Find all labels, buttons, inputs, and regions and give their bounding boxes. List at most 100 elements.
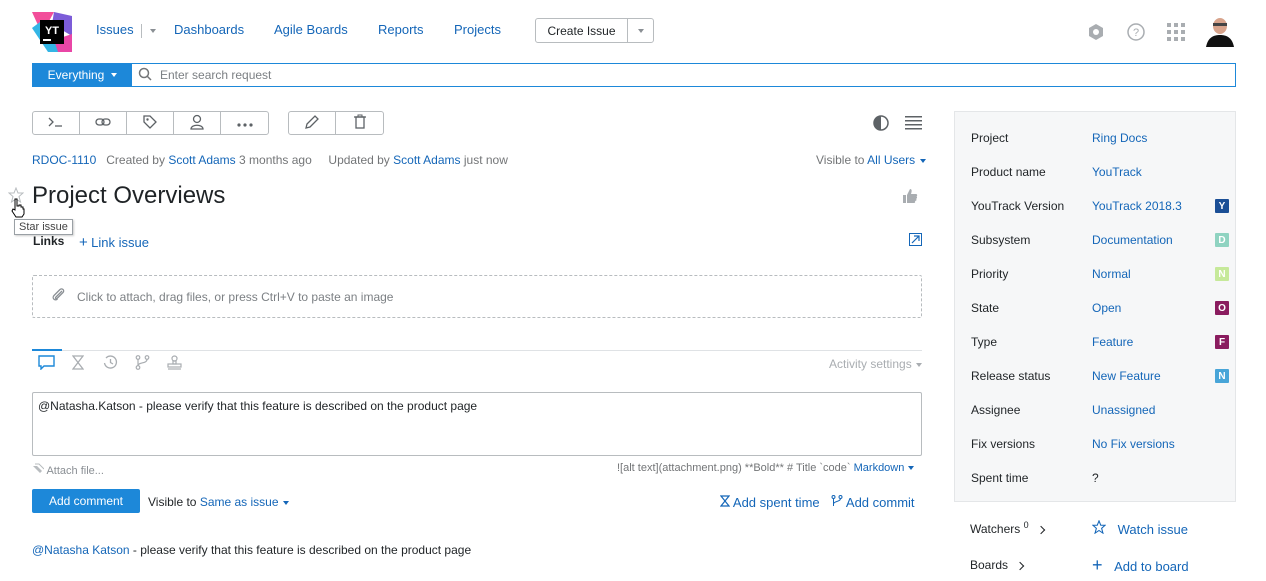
field-fix-versions[interactable]: Fix versions No Fix versions xyxy=(971,434,1229,454)
nav-agile-boards[interactable]: Agile Boards xyxy=(274,22,348,37)
thumbs-up-icon[interactable] xyxy=(902,188,918,207)
hub-icon[interactable] xyxy=(1087,23,1105,44)
visibility-selector[interactable]: Visible to All Users xyxy=(816,153,926,167)
chevron-right-icon xyxy=(1016,561,1025,571)
chevron-down-icon xyxy=(919,158,926,163)
field-value[interactable]: Ring Docs xyxy=(1092,131,1229,145)
field-value[interactable]: No Fix versions xyxy=(1092,437,1229,451)
field-type[interactable]: Type Feature F xyxy=(971,332,1229,352)
updated-by-link[interactable]: Scott Adams xyxy=(393,153,460,167)
add-comment-button[interactable]: Add comment xyxy=(32,489,140,513)
activity-settings-label: Activity settings xyxy=(829,357,912,371)
activity-tabs-divider xyxy=(32,350,922,351)
field-value[interactable]: New Feature xyxy=(1092,369,1215,383)
nav-projects[interactable]: Projects xyxy=(454,22,501,37)
field-state[interactable]: State Open O xyxy=(971,298,1229,318)
field-project[interactable]: Project Ring Docs xyxy=(971,128,1229,148)
add-to-board-button[interactable]: + Add to board xyxy=(1092,556,1189,574)
command-icon xyxy=(48,116,64,131)
nav-dashboards[interactable]: Dashboards xyxy=(174,22,244,37)
field-product-name[interactable]: Product name YouTrack xyxy=(971,162,1229,182)
field-value[interactable]: Feature xyxy=(1092,335,1215,349)
activity-settings[interactable]: Activity settings xyxy=(829,357,923,371)
history-icon xyxy=(103,355,118,373)
issue-title[interactable]: Project Overviews xyxy=(32,182,225,210)
field-priority[interactable]: Priority Normal N xyxy=(971,264,1229,284)
list-view-icon[interactable] xyxy=(905,115,922,133)
search-input[interactable] xyxy=(160,68,1060,82)
field-assignee[interactable]: Assignee Unassigned xyxy=(971,400,1229,420)
field-label: Subsystem xyxy=(971,233,1031,247)
tab-comments[interactable] xyxy=(38,355,55,373)
add-commit-button[interactable]: Add commit xyxy=(831,495,915,510)
chevron-down-icon xyxy=(111,73,118,77)
search-bar: Everything xyxy=(32,63,1236,87)
comment-editor[interactable]: @Natasha.Katson - please verify that thi… xyxy=(32,392,922,456)
field-value[interactable]: Open xyxy=(1092,301,1215,315)
visible-value[interactable]: All Users xyxy=(867,153,915,167)
comment-icon xyxy=(38,355,55,373)
tab-time-tracking[interactable] xyxy=(71,355,85,373)
create-issue-label[interactable]: Create Issue xyxy=(536,19,627,42)
trash-icon xyxy=(353,114,367,133)
tab-approvals[interactable] xyxy=(167,355,182,373)
search-context-dropdown[interactable]: Everything xyxy=(33,64,132,86)
user-avatar[interactable] xyxy=(1204,15,1236,50)
star-icon xyxy=(1091,519,1107,537)
watchers-toggle[interactable]: Watchers 0 xyxy=(970,520,1046,536)
nav-reports[interactable]: Reports xyxy=(378,22,424,37)
attachment-dropzone[interactable]: Click to attach, drag files, or press Ct… xyxy=(32,275,922,318)
create-issue-button[interactable]: Create Issue xyxy=(535,18,654,43)
search-context-label: Everything xyxy=(47,68,105,82)
boards-toggle[interactable]: Boards xyxy=(970,558,1025,572)
field-value[interactable]: Unassigned xyxy=(1092,403,1229,417)
watch-issue-label: Watch issue xyxy=(1117,522,1188,537)
links-section[interactable]: Links xyxy=(33,234,64,248)
assign-user-button[interactable] xyxy=(174,112,221,134)
updated-prefix: Updated by xyxy=(328,153,390,167)
add-commit-label: Add commit xyxy=(845,495,915,510)
field-value[interactable]: Documentation xyxy=(1092,233,1215,247)
create-issue-dropdown[interactable] xyxy=(627,19,653,42)
comment-author-mention[interactable]: @Natasha Katson xyxy=(32,543,130,557)
field-label: Release status xyxy=(971,369,1051,383)
link-issue-button[interactable]: + Link issue xyxy=(79,234,149,251)
nav-issues[interactable]: Issues xyxy=(96,22,156,38)
tag-button[interactable] xyxy=(127,112,174,134)
add-spent-time-button[interactable]: Add spent time xyxy=(719,495,820,510)
field-youtrack-version[interactable]: YouTrack Version YouTrack 2018.3 Y xyxy=(971,196,1229,216)
chevron-down-icon xyxy=(908,466,915,471)
field-spent-time[interactable]: Spent time ? xyxy=(971,468,1229,488)
star-tooltip: Star issue xyxy=(14,219,73,235)
updated-when: just now xyxy=(463,153,508,167)
issue-id[interactable]: RDOC-1110 xyxy=(32,153,96,167)
markdown-selector[interactable]: Markdown xyxy=(854,462,905,474)
edit-toolbar xyxy=(288,111,384,135)
delete-button[interactable] xyxy=(336,112,383,134)
created-by-link[interactable]: Scott Adams xyxy=(168,153,235,167)
field-release-status[interactable]: Release status New Feature N xyxy=(971,366,1229,386)
attach-file-button[interactable]: Attach file... xyxy=(32,463,104,477)
paperclip-icon xyxy=(32,463,45,477)
contrast-toggle-icon[interactable] xyxy=(872,114,890,135)
comment-text: - please verify that this feature is des… xyxy=(132,543,472,557)
edit-button[interactable] xyxy=(289,112,336,134)
field-subsystem[interactable]: Subsystem Documentation D xyxy=(971,230,1229,250)
help-icon[interactable]: ? xyxy=(1127,23,1145,44)
field-value[interactable]: ? xyxy=(1092,471,1229,485)
field-value[interactable]: YouTrack xyxy=(1092,165,1229,179)
link-icon xyxy=(95,116,111,131)
apps-grid-icon[interactable] xyxy=(1167,23,1185,44)
youtrack-logo[interactable]: YT xyxy=(32,12,72,52)
field-value[interactable]: YouTrack 2018.3 xyxy=(1092,199,1215,213)
link-button[interactable] xyxy=(80,112,127,134)
comment-visibility-selector[interactable]: Visible to Same as issue xyxy=(148,495,289,509)
search-field[interactable] xyxy=(132,64,1235,86)
more-button[interactable] xyxy=(221,112,268,134)
expand-links-icon[interactable] xyxy=(909,233,922,249)
watch-issue-button[interactable]: Watch issue xyxy=(1091,519,1188,537)
tab-history[interactable] xyxy=(103,355,118,373)
tab-vcs[interactable] xyxy=(135,355,150,373)
field-value[interactable]: Normal xyxy=(1092,267,1215,281)
command-button[interactable] xyxy=(33,112,80,134)
